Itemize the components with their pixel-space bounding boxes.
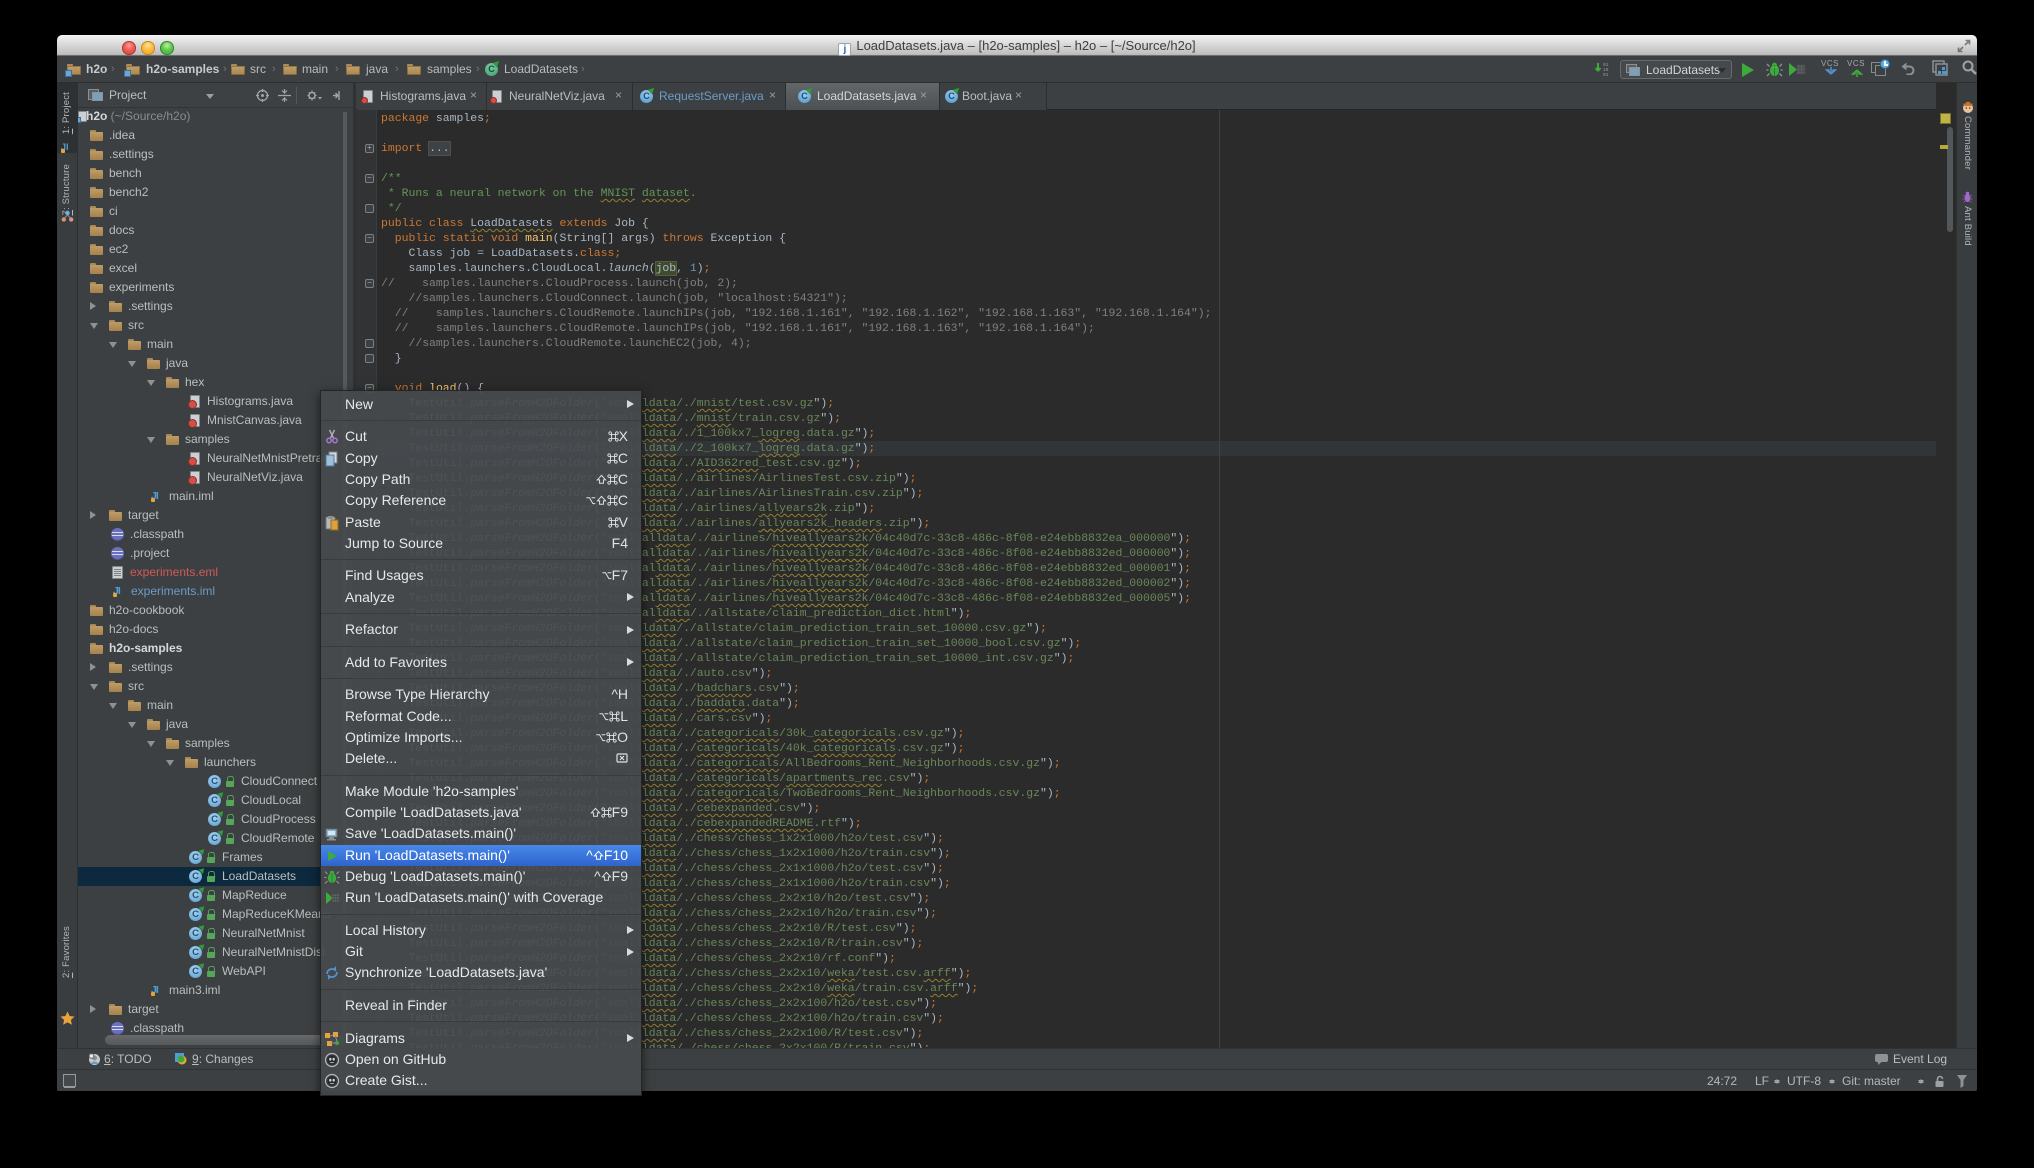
svg-text:01: 01	[1603, 72, 1609, 77]
